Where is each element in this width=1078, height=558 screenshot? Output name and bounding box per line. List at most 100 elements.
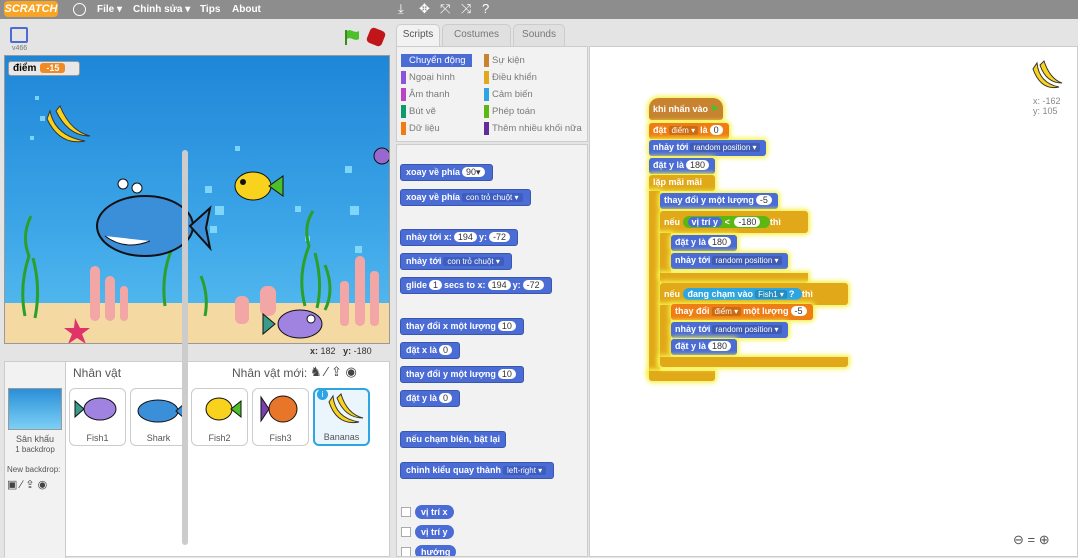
checkbox-y-position[interactable] [401,527,411,537]
block-change-variable[interactable]: thay đổi điểm ▾ một lượng -5 [671,304,813,320]
duplicate-icon[interactable]: ⤓ [398,1,404,17]
checkbox-direction[interactable] [401,547,411,556]
block-forever[interactable]: lặp mãi mãi [649,175,715,191]
backdrop-count: 1 backdrop [15,445,55,454]
script-area[interactable]: x: -162 y: 105 khi nhấn vào ⚑ đặt điểm ▾ là… [589,46,1078,557]
block-goto-random-inner2[interactable]: nhảy tới random position ▾ [671,322,788,338]
block-glide[interactable]: glide 1 secs to x: 194 y: -72 [400,277,552,294]
category-panel: Chuyển động Ngoại hình Âm thanh Bút vẽ D… [396,46,588,142]
category-data[interactable]: Dữ liệu [401,122,440,135]
block-rotation-style[interactable]: chỉnh kiểu quay thành left-right ▾ [400,462,555,479]
new-sprite-icons[interactable]: ♞ ∕ ⇪ ◉ [310,364,357,380]
score-monitor: điểm -15 [8,61,80,76]
sprites-header: Nhân vật [73,366,122,380]
block-palette: xoay về phía 90▾ xoay về phía con trỏ chuộ… [396,144,588,557]
block-goto-random-inner[interactable]: nhảy tới random position ▾ [671,253,788,269]
zoom-out-icon[interactable]: ⊖ [1013,532,1024,547]
info-icon[interactable]: i [317,389,328,400]
block-if-y-position[interactable]: nếu vị trí y < -180 thì [660,211,808,233]
sprite-thumb-fish2[interactable]: Fish2 [191,388,248,446]
block-set-x[interactable]: đặt x là 0 [400,342,461,359]
tab-sounds[interactable]: Sounds [513,24,565,46]
category-operators[interactable]: Phép toán [484,105,535,118]
block-set-y-180[interactable]: đặt y là 180 [649,158,716,174]
category-looks[interactable]: Ngoại hình [401,71,455,84]
shrink-icon[interactable]: ⤨ [461,1,471,17]
green-flag-icon: ⚑ [710,104,719,114]
block-change-y[interactable]: thay đổi y một lượng 10 [400,366,524,383]
underwater-scene [21,96,389,343]
file-menu[interactable]: File ▾ [97,0,122,19]
category-sound[interactable]: Âm thanh [401,88,450,101]
new-sprite-label: Nhân vật mới: [232,366,308,380]
stop-icon[interactable] [365,26,387,48]
backdrop-paint-icon[interactable]: ▣ ∕ ⇪ ◉ [7,478,47,491]
checkbox-x-position[interactable] [401,507,411,517]
yellow-fish-sprite [234,171,284,201]
tab-scripts[interactable]: Scripts [396,24,440,46]
sprite-thumb-fish1[interactable]: Fish1 [69,388,126,446]
hat-when-flag-clicked[interactable]: khi nhấn vào ⚑ [649,98,723,120]
block-set-y-inner2[interactable]: đặt y là 180 [671,339,738,355]
help-icon[interactable]: ? [482,1,489,17]
zoom-in-icon[interactable]: ⊕ [1039,532,1050,547]
block-set-y[interactable]: đặt y là 0 [400,390,461,407]
zoom-controls[interactable]: ⊖ = ⊕ [1013,532,1050,548]
score-value: -15 [40,63,66,73]
category-sensing[interactable]: Cảm biến [484,88,533,101]
block-point-towards[interactable]: xoay về phía con trỏ chuột ▾ [400,189,531,206]
block-goto-xy[interactable]: nhảy tới x: 194 y: -72 [400,229,518,246]
edit-menu[interactable]: Chỉnh sửa ▾ [133,0,190,19]
new-backdrop-label: New backdrop: [7,465,61,474]
reporter-x-position[interactable]: vị trí x [415,505,454,519]
block-bounce[interactable]: nếu chạm biên, bật lại [400,431,507,448]
sprite-thumb-bananas[interactable]: i Bananas [313,388,370,446]
block-change-x[interactable]: thay đổi x một lượng 10 [400,318,524,335]
category-more-blocks[interactable]: Thêm nhiều khối nữa [484,122,582,135]
cut-icon[interactable]: ✥ [419,1,430,17]
mouse-coords: x: 182 y: -180 [310,346,372,356]
shark-sprite [96,178,212,257]
fullscreen-icon[interactable] [10,27,28,43]
grow-icon[interactable]: ⤧ [440,1,450,17]
if1-bottom [660,273,808,283]
small-fish-sprite [373,147,389,165]
forever-bottom [649,371,715,381]
block-set-variable[interactable]: đặt điểm ▾ là 0 [649,123,729,139]
version-label: v466 [12,45,28,52]
category-motion[interactable]: Chuyển động [401,54,472,67]
category-pen[interactable]: Bút vẽ [401,105,436,118]
reporter-y-position[interactable]: vị trí y [415,525,454,539]
block-goto-random[interactable]: nhảy tới random position ▾ [649,140,766,156]
block-set-y-inner[interactable]: đặt y là 180 [671,235,738,251]
block-change-y[interactable]: thay đổi y một lượng -5 [660,193,778,209]
category-events[interactable]: Sự kiện [484,54,525,67]
block-goto[interactable]: nhảy tới con trỏ chuột ▾ [400,253,512,270]
condition-less-than: vị trí y < -180 [682,216,770,228]
sprite-thumb-fish3[interactable]: Fish3 [252,388,309,446]
green-flag-icon[interactable] [343,28,361,46]
zoom-reset-icon[interactable]: = [1028,532,1036,547]
palette-scrollbar[interactable] [182,150,188,545]
stage-column: Sân khấu 1 backdrop New backdrop: ▣ ∕ ⇪ … [5,362,66,558]
reporter-direction[interactable]: hướng [415,545,457,556]
sprite-info: x: -162 y: 105 [1033,96,1061,116]
stage-thumbnail[interactable] [8,388,62,430]
language-globe-icon[interactable] [73,3,86,16]
current-sprite-thumbnail [1032,60,1063,89]
if2-arm [660,305,671,365]
if1-arm [660,233,671,277]
sprite-thumb-shark[interactable]: Shark [130,388,187,446]
stage[interactable]: điểm -15 [4,55,390,344]
scratch-logo[interactable]: SCRATCH [4,1,58,17]
block-point-direction[interactable]: xoay về phía 90▾ [400,164,493,181]
forever-arm [649,191,660,375]
condition-touching: đang chạm vào Fish1 ▾? [682,288,802,300]
tips-menu[interactable]: Tips [200,0,220,19]
category-control[interactable]: Điều khiển [484,71,537,84]
menu-bar: SCRATCH File ▾ Chỉnh sửa ▾ Tips About ⤓ … [0,0,1078,19]
about-menu[interactable]: About [232,0,261,19]
block-if-touching[interactable]: nếu đang chạm vào Fish1 ▾? thì [660,283,848,305]
stage-label: Sân khấu [15,434,55,444]
tab-costumes[interactable]: Costumes [442,24,511,46]
